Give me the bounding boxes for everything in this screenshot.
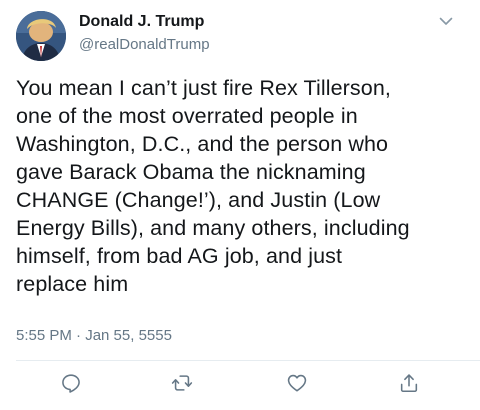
like-button[interactable] (286, 372, 308, 394)
tweet-text-line: Energy Bills), and many others, includin… (16, 216, 410, 240)
share-icon (400, 374, 418, 393)
chevron-down-icon[interactable] (438, 13, 454, 29)
share-button[interactable] (398, 372, 420, 394)
tweet-card: Donald J. Trump @realDonaldTrump You mea… (0, 0, 480, 410)
tweet-text-line: Washington, D.C., and the person who (16, 132, 389, 156)
heart-icon (287, 374, 307, 392)
divider (16, 360, 480, 361)
author-display-name[interactable]: Donald J. Trump (79, 13, 204, 31)
avatar[interactable] (16, 11, 66, 61)
tweet-text: You mean I can’t just fire Rex Tillerson… (16, 74, 466, 298)
author-handle[interactable]: @realDonaldTrump (79, 36, 210, 53)
tweet-timestamp[interactable]: 5:55 PM · Jan 55, 5555 (16, 327, 172, 344)
tweet-text-line: himself, from bad AG job, and just (16, 244, 343, 268)
tweet-text-line: one of the most overrated people in (16, 104, 358, 128)
retweet-button[interactable] (171, 372, 193, 394)
tweet-text-line: You mean I can’t just fire Rex Tillerson… (16, 76, 391, 100)
tweet-text-line: CHANGE (Change!’), and Justin (Low (16, 188, 381, 212)
reply-button[interactable] (60, 372, 82, 394)
avatar-image (16, 11, 66, 61)
tweet-text-line: replace him (16, 272, 129, 296)
reply-icon (62, 374, 80, 393)
retweet-icon (171, 375, 193, 391)
tweet-text-line: gave Barack Obama the nicknaming (16, 160, 366, 184)
